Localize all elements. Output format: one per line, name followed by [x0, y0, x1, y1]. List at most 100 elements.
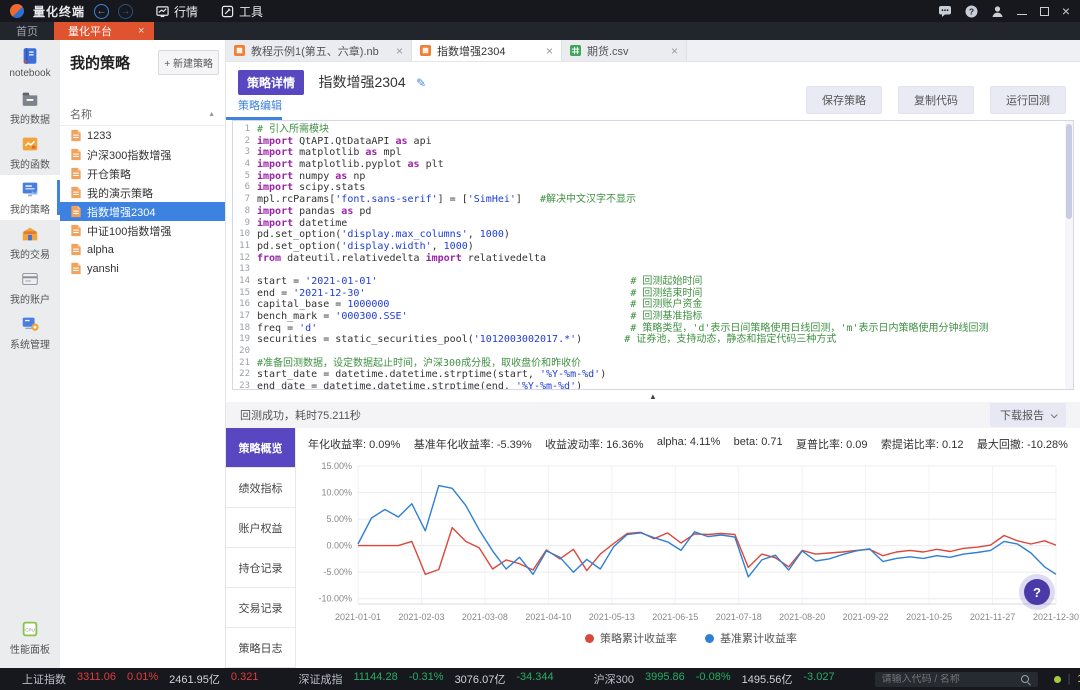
- code-line: 5import numpy as np: [233, 171, 1073, 183]
- save-strategy-button[interactable]: 保存策略: [806, 86, 882, 114]
- download-report-button[interactable]: 下载报告: [990, 403, 1066, 427]
- sidebar-item-性能面板[interactable]: CPU 性能面板: [0, 615, 60, 660]
- close-tab-icon[interactable]: ×: [546, 44, 553, 58]
- index-quote-深证成指[interactable]: 深证成指11144.28-0.31%3076.07亿-34.344: [298, 671, 553, 687]
- sidebar-item-label: 性能面板: [10, 641, 50, 656]
- code-editor[interactable]: 1# 引入所需模块2import QtAPI.QtDataAPI as api3…: [232, 120, 1074, 390]
- performance-icon: CPU: [19, 619, 41, 639]
- sidebar-item-系统管理[interactable]: 系统管理: [0, 310, 60, 355]
- close-window-button[interactable]: ×: [1062, 5, 1070, 17]
- symbol-search-input[interactable]: [882, 674, 1014, 685]
- strategy-list-item[interactable]: 1233: [60, 126, 225, 145]
- user-icon[interactable]: [991, 5, 1004, 18]
- editor-tab-label: 期货.csv: [587, 43, 665, 59]
- close-tab-icon[interactable]: ×: [671, 44, 678, 58]
- minimize-button[interactable]: [1017, 8, 1027, 15]
- code-text: import matplotlib as mpl: [257, 147, 402, 159]
- collapse-handle[interactable]: ▲: [226, 390, 1080, 402]
- line-number: 12: [233, 253, 257, 265]
- svg-text:?: ?: [969, 6, 974, 16]
- quote-value: 3311.06: [77, 671, 116, 687]
- code-text: capital_base = 1000000 # 回测账户资金: [257, 299, 702, 311]
- line-number: 1: [233, 124, 257, 136]
- maximize-button[interactable]: [1040, 7, 1049, 16]
- code-line: 23end_date = datetime.datetime.strptime(…: [233, 381, 1073, 390]
- editor-tab[interactable]: 教程示例1(第五、六章).nb ×: [226, 40, 412, 61]
- copy-code-button[interactable]: 复制代码: [898, 86, 974, 114]
- line-number: 21: [233, 358, 257, 370]
- legend-label: 策略累计收益率: [600, 630, 677, 646]
- sidebar-item-label: 我的账户: [10, 291, 50, 306]
- y-tick-label: -5.00%: [323, 567, 352, 577]
- strategy-file-icon: [70, 129, 82, 142]
- editor-tab[interactable]: 指数增强2304×: [412, 40, 562, 61]
- x-tick-label: 2021-11-27: [970, 612, 1015, 622]
- sidebar-item-我的交易[interactable]: 我的交易: [0, 220, 60, 265]
- run-backtest-button[interactable]: 运行回测: [990, 86, 1066, 114]
- sidebar-item-我的策略[interactable]: 我的策略: [0, 175, 60, 220]
- menu-market[interactable]: 行情: [156, 3, 198, 20]
- csv-icon: [570, 45, 581, 56]
- result-tab-交易记录[interactable]: 交易记录: [226, 588, 295, 628]
- index-quote-上证指数[interactable]: 上证指数3311.060.01%2461.95亿0.321: [22, 671, 258, 687]
- strategy-list-item[interactable]: yanshi: [60, 259, 225, 278]
- y-tick-label: -10.00%: [318, 594, 352, 604]
- sidebar-item-notebook[interactable]: notebook: [0, 40, 60, 85]
- strategy-list-item[interactable]: 沪深300指数增强: [60, 145, 225, 164]
- scrollbar-thumb[interactable]: [1066, 124, 1072, 219]
- strategy-file-icon: [70, 205, 82, 218]
- editor-tab-label: 教程示例1(第五、六章).nb: [251, 43, 390, 59]
- window-tab-home[interactable]: 首页: [0, 22, 54, 40]
- code-line: 18freq = 'd' # 策略类型，'d'表示日间策略使用日线回测，'m'表…: [233, 323, 1073, 335]
- strategy-list-item[interactable]: 我的演示策略: [60, 183, 225, 202]
- app-logo-icon: [10, 4, 24, 18]
- close-platform-tab-icon[interactable]: ×: [138, 25, 144, 37]
- strategy-list-item[interactable]: 开仓策略: [60, 164, 225, 183]
- quote-statusbar: 上证指数3311.060.01%2461.95亿0.321 深证成指11144.2…: [0, 668, 1080, 690]
- legend-item[interactable]: 基准累计收益率: [705, 630, 797, 646]
- strategy-list-item[interactable]: alpha: [60, 240, 225, 259]
- sidebar-item-我的账户[interactable]: 我的账户: [0, 265, 60, 310]
- code-line: 10pd.set_option('display.max_columns', 1…: [233, 229, 1073, 241]
- y-tick-label: 10.00%: [321, 488, 352, 498]
- strategy-detail-header: 策略详情 指数增强2304 ✎ 策略编辑 保存策略 复制代码 运行回测: [226, 62, 1080, 120]
- legend-item[interactable]: 策略累计收益率: [585, 630, 677, 646]
- help-bubble-button[interactable]: ?: [1024, 579, 1050, 605]
- code-line: 16capital_base = 1000000 # 回测账户资金: [233, 299, 1073, 311]
- line-number: 15: [233, 288, 257, 300]
- sidebar-item-我的数据[interactable]: 我的数据: [0, 85, 60, 130]
- editor-tab[interactable]: 期货.csv ×: [562, 40, 687, 61]
- editor-tabs: 教程示例1(第五、六章).nb×指数增强2304×期货.csv×: [226, 40, 1080, 62]
- sidebar-item-我的函数[interactable]: 我的函数: [0, 130, 60, 175]
- line-number: 13: [233, 264, 257, 276]
- result-tab-绩效指标[interactable]: 绩效指标: [226, 468, 295, 508]
- index-quote-沪深300[interactable]: 沪深3003995.86-0.08%1495.56亿-3.027: [594, 671, 835, 687]
- new-strategy-button[interactable]: + 新建策略: [158, 50, 219, 75]
- tab-strategy-edit[interactable]: 策略编辑: [238, 97, 282, 113]
- code-line: 2import QtAPI.QtDataAPI as api: [233, 136, 1073, 148]
- message-icon[interactable]: [938, 5, 952, 17]
- metric: 收益波动率: 16.36%: [545, 436, 643, 452]
- line-number: 2: [233, 136, 257, 148]
- platform-tab-label: 量化平台: [68, 23, 112, 39]
- search-icon[interactable]: [1020, 674, 1031, 685]
- line-number: 23: [233, 381, 257, 390]
- nav-forward-button[interactable]: →: [118, 4, 133, 19]
- menu-tools[interactable]: 工具: [221, 3, 263, 20]
- result-tab-持仓记录[interactable]: 持仓记录: [226, 548, 295, 588]
- window-tab-platform[interactable]: 量化平台 ×: [54, 22, 154, 40]
- edit-pencil-icon[interactable]: ✎: [416, 76, 426, 90]
- editor-scrollbar[interactable]: [1065, 121, 1073, 389]
- app-name: 量化终端: [33, 3, 85, 20]
- code-text: pd.set_option('display.width', 1000): [257, 241, 474, 253]
- nav-back-button[interactable]: ←: [94, 4, 109, 19]
- result-tab-策略日志[interactable]: 策略日志: [226, 628, 295, 668]
- result-tab-策略概览[interactable]: 策略概览: [226, 428, 295, 468]
- quote-value: -0.08%: [696, 671, 731, 687]
- list-sort-header[interactable]: 名称 ▲: [60, 103, 225, 126]
- strategy-list-item[interactable]: 中证100指数增强: [60, 221, 225, 240]
- help-icon[interactable]: ?: [965, 5, 978, 18]
- strategy-list-item[interactable]: 指数增强2304: [60, 202, 225, 221]
- close-tab-icon[interactable]: ×: [396, 44, 403, 58]
- result-tab-账户权益[interactable]: 账户权益: [226, 508, 295, 548]
